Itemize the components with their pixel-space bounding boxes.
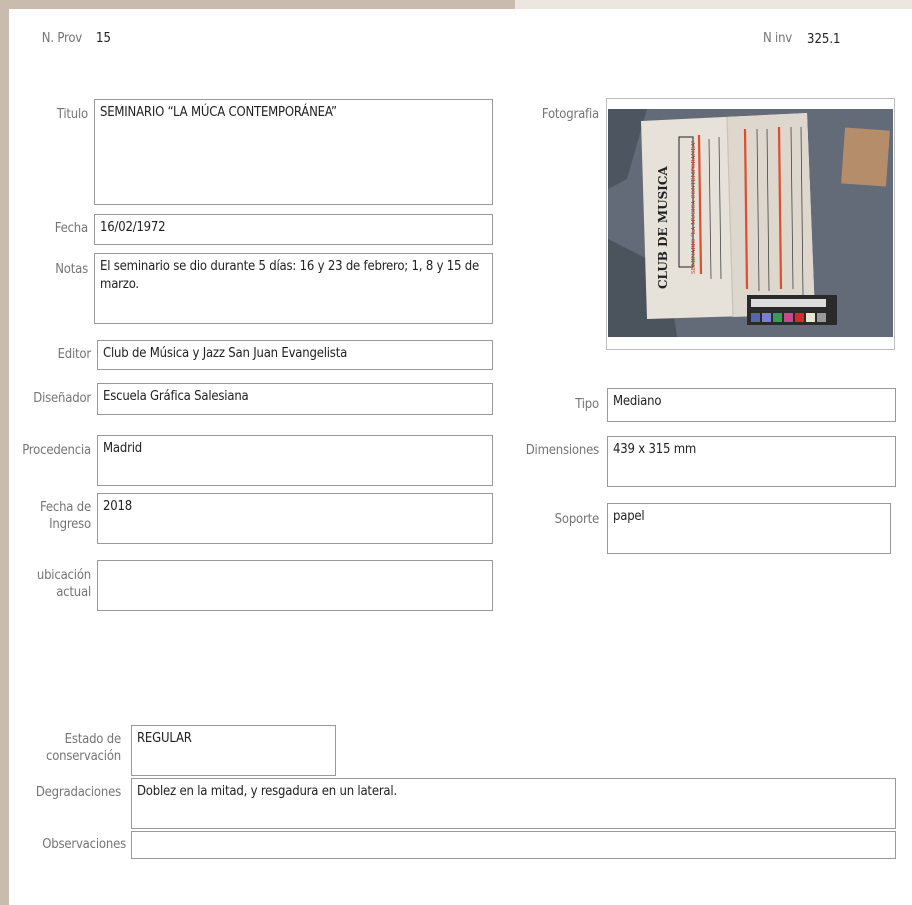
fecha-field[interactable]: 16/02/1972 [94,214,493,245]
ubicacion-field[interactable] [97,560,493,611]
disenador-field[interactable]: Escuela Gráfica Salesiana [97,383,493,415]
degradaciones-field[interactable]: Doblez en la mitad, y resgadura en un la… [131,778,896,829]
observaciones-field[interactable] [131,831,896,859]
nprov-value: 15 [96,31,111,46]
poster-photo: CLUB DE MUSICA SEMINARIO “LA MUSICA CONT… [608,109,893,337]
dimensiones-label: Dimensiones [525,443,599,458]
fecha-label: Fecha [54,221,88,236]
photo-frame[interactable]: CLUB DE MUSICA SEMINARIO “LA MUSICA CONT… [606,98,895,350]
color-checker [747,295,837,325]
tipo-field[interactable]: Mediano [607,388,896,422]
soporte-field[interactable]: papel [607,503,891,554]
estado-label-line2: conservación [45,749,121,764]
notas-label: Notas [55,262,88,277]
titulo-field[interactable]: SEMINARIO “LA MÚCA CONTEMPORÁNEA” [94,99,493,205]
estado-label-line1: Estado de [64,732,122,747]
ubicacion-label-line2: actual [56,585,91,600]
fecha-ingreso-label-line2: Ingreso [49,517,91,532]
procedencia-label: Procedencia [22,443,91,458]
soporte-label: Soporte [554,512,600,527]
nprov-label: N. Prov [41,31,82,46]
editor-label: Editor [57,347,92,362]
window-tab [515,0,912,9]
fecha-ingreso-field[interactable]: 2018 [97,493,493,544]
procedencia-field[interactable]: Madrid [97,435,493,486]
editor-field[interactable]: Club de Música y Jazz San Juan Evangelis… [97,340,493,370]
poster-subtitle: SEMINARIO “LA MUSICA CONTEMPORANEA” [690,141,697,274]
ninv-label: N inv [762,31,792,46]
ubicacion-label-line1: ubicación [36,568,91,583]
estado-label: Estado de conservación [10,731,121,765]
observaciones-label: Observaciones [42,837,126,852]
tipo-label: Tipo [575,397,599,412]
fotografia-label: Fotografia [541,107,599,122]
disenador-label: Diseñador [33,391,91,406]
fecha-ingreso-label: Fecha de Ingreso [10,499,91,533]
titulo-label: Titulo [56,107,88,122]
notas-field[interactable]: El seminario se dio durante 5 días: 16 y… [94,253,493,324]
dimensiones-field[interactable]: 439 x 315 mm [607,436,896,487]
estado-field[interactable]: REGULAR [131,725,336,776]
degradaciones-label: Degradaciones [35,785,121,800]
poster-title: CLUB DE MUSICA [656,166,670,289]
ninv-value: 325.1 [807,32,841,47]
fecha-ingreso-label-line1: Fecha de [40,500,91,515]
ubicacion-label: ubicación actual [10,567,91,601]
